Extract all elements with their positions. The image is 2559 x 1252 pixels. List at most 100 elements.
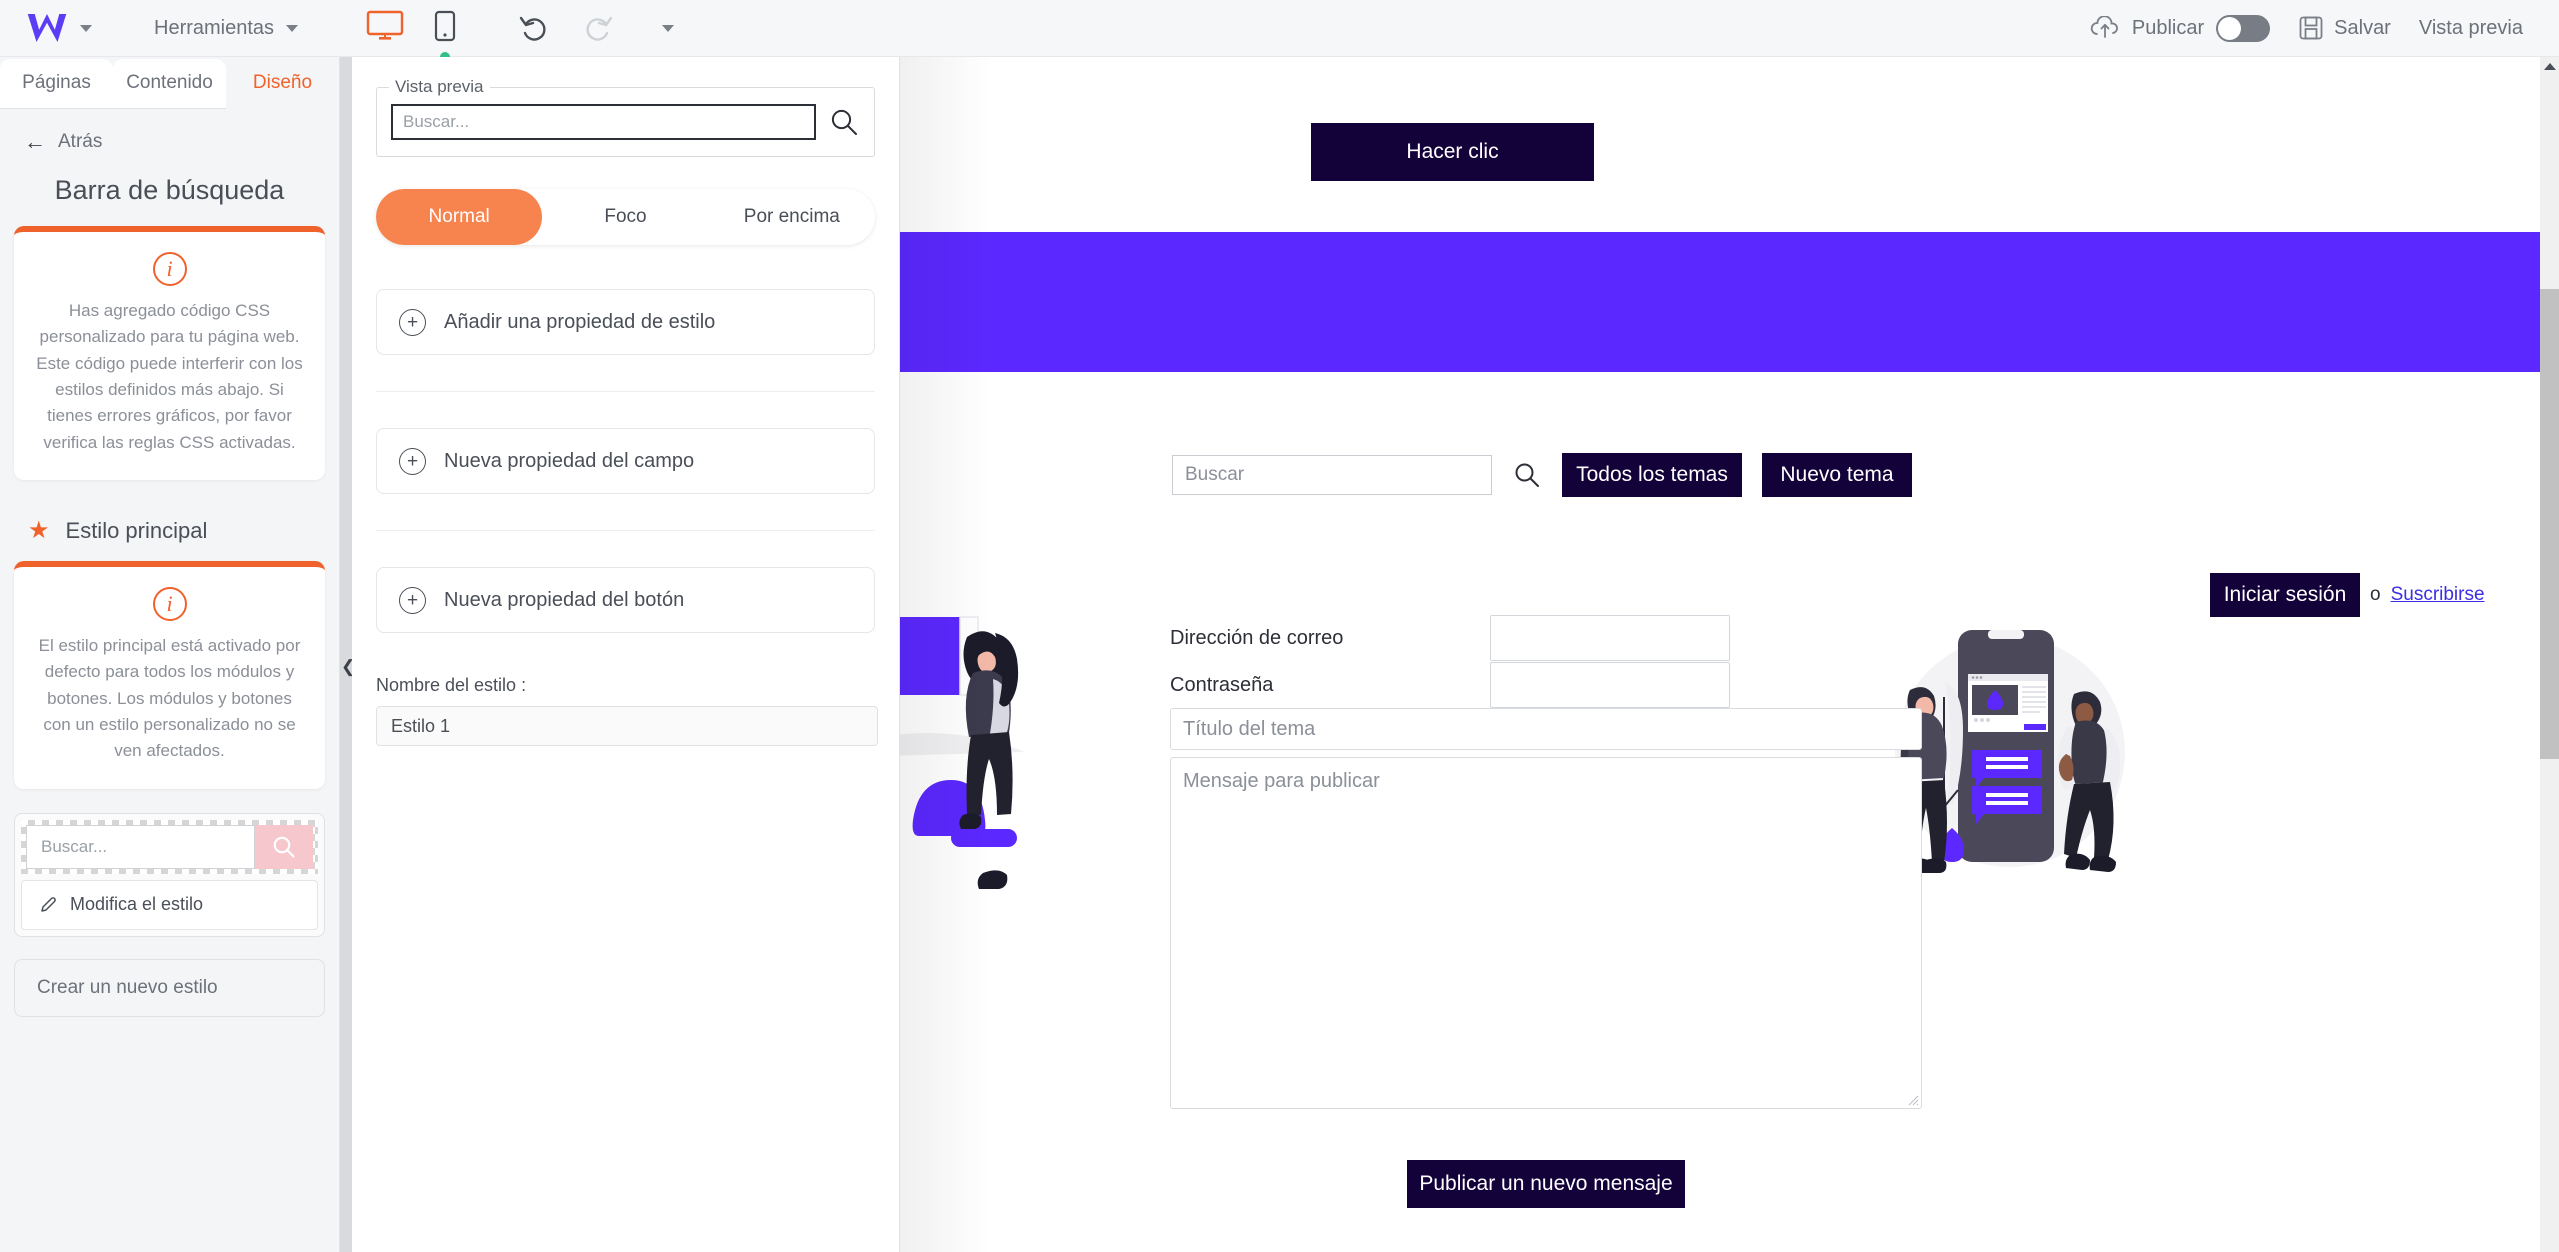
arrow-left-icon: ←	[24, 129, 46, 154]
mobile-phone-icon	[434, 10, 456, 41]
tab-diseno-label: Diseño	[252, 72, 313, 93]
save-label: Salvar	[2334, 16, 2391, 39]
email-field[interactable]	[1490, 615, 1730, 661]
divider	[376, 391, 875, 392]
publish-toggle[interactable]	[2216, 14, 2271, 42]
add-style-property-label: Añadir una propiedad de estilo	[444, 310, 716, 333]
divider	[376, 530, 875, 531]
state-tab-foco[interactable]: Foco	[542, 189, 708, 245]
mobile-view-button[interactable]	[434, 10, 456, 62]
new-topic-button[interactable]: Nuevo tema	[1762, 453, 1912, 497]
tab-paginas[interactable]: Páginas	[0, 59, 113, 109]
page-title: Barra de búsqueda	[54, 175, 285, 205]
style-preview-search-button[interactable]	[255, 824, 313, 869]
save-button[interactable]: Salvar	[2298, 15, 2391, 41]
app-root: Herramientas Publicar Salvar Vista previ…	[0, 0, 2559, 1252]
triangle-up-icon[interactable]	[2543, 63, 2556, 70]
add-field-property-label: Nueva propiedad del campo	[444, 449, 695, 472]
redo-arrow-icon	[586, 16, 613, 41]
desktop-view-button[interactable]	[366, 10, 405, 67]
back-button[interactable]: ← Atrás	[0, 109, 339, 161]
style-preview-search-placeholder: Buscar...	[41, 836, 108, 856]
cloud-upload-icon	[2090, 16, 2118, 38]
create-new-style-label: Crear un nuevo estilo	[37, 976, 218, 998]
chevron-down-icon	[286, 24, 299, 32]
webself-w-logo	[27, 14, 67, 42]
login-button[interactable]: Iniciar sesión	[2210, 573, 2360, 617]
tools-menu[interactable]: Herramientas	[144, 0, 308, 56]
preview-button[interactable]: Vista previa	[2419, 17, 2523, 40]
state-tab-normal-label: Normal	[428, 206, 490, 227]
add-style-property-button[interactable]: + Añadir una propiedad de estilo	[376, 289, 875, 355]
password-label: Contraseña	[1170, 673, 1274, 696]
hacer-clic-button[interactable]: Hacer clic	[1311, 123, 1594, 181]
style-name-value: Estilo 1	[391, 715, 451, 736]
main-style-heading: Estilo principal	[65, 517, 208, 543]
new-topic-label: Nuevo tema	[1780, 463, 1894, 486]
state-tab-normal[interactable]: Normal	[376, 189, 543, 245]
password-row: Contraseña	[1170, 662, 1730, 708]
email-row: Dirección de correo	[1170, 615, 1730, 661]
undo-arrow-icon[interactable]	[518, 13, 548, 43]
style-preview-canvas: Buscar...	[21, 820, 318, 874]
style-preview-search-input[interactable]: Buscar...	[26, 824, 255, 869]
tab-diseno[interactable]: Diseño	[226, 59, 339, 109]
search-magnifier-icon[interactable]	[828, 106, 860, 138]
publish-group[interactable]: Publicar	[2090, 14, 2271, 42]
back-label: Atrás	[58, 131, 103, 152]
plus-circle-icon: +	[399, 308, 426, 336]
add-field-property-button[interactable]: + Nueva propiedad del campo	[376, 428, 875, 494]
publish-label: Publicar	[2131, 16, 2205, 39]
canvas-vertical-scrollbar[interactable]	[2540, 57, 2559, 1252]
email-label: Dirección de correo	[1170, 626, 1344, 649]
message-placeholder: Mensaje para publicar	[1183, 770, 1380, 792]
pencil-edit-icon	[41, 896, 56, 912]
preview-search-input[interactable]: Buscar...	[391, 104, 816, 140]
info-circle-icon: i	[152, 587, 187, 622]
preview-fieldset: Vista previa Buscar...	[376, 77, 875, 157]
password-field[interactable]	[1490, 662, 1730, 708]
hacer-clic-label: Hacer clic	[1406, 140, 1499, 163]
tab-contenido-label: Contenido	[126, 72, 213, 93]
tab-contenido[interactable]: Contenido	[113, 59, 226, 109]
forum-search-placeholder: Buscar	[1185, 464, 1245, 485]
state-tab-foco-label: Foco	[604, 206, 647, 227]
login-row: Iniciar sesión o Suscribirse	[2210, 573, 2485, 617]
state-tab-por-encima[interactable]: Por encima	[709, 189, 875, 245]
purple-banner[interactable]	[900, 232, 2540, 372]
main-style-info-text: El estilo principal está activado por de…	[38, 636, 301, 761]
chevron-down-icon[interactable]	[662, 24, 675, 32]
all-topics-button[interactable]: Todos los temas	[1562, 453, 1742, 497]
info-circle-icon: i	[152, 252, 187, 286]
publish-message-button[interactable]: Publicar un nuevo mensaje	[1407, 1160, 1685, 1208]
login-label: Iniciar sesión	[2223, 583, 2347, 606]
add-button-property-button[interactable]: + Nueva propiedad del botón	[376, 567, 875, 633]
main-style-info-card: i El estilo principal está activado por …	[14, 561, 325, 789]
style-name-input[interactable]: Estilo 1	[376, 706, 878, 746]
logo-group[interactable]	[0, 10, 106, 46]
panel-splitter[interactable]: ❮	[340, 57, 355, 1252]
resize-grip-icon[interactable]	[1907, 1094, 1919, 1106]
or-label: o	[2370, 584, 2381, 605]
css-warning-card: i Has agregado código CSS personalizado …	[14, 226, 325, 481]
state-tab-por-encima-label: Por encima	[743, 206, 840, 227]
main-style-header: ★ Estilo principal	[0, 490, 339, 561]
message-textarea[interactable]: Mensaje para publicar	[1170, 757, 1922, 1109]
star-icon: ★	[28, 517, 50, 545]
top-toolbar: Herramientas Publicar Salvar Vista previ…	[0, 0, 2559, 67]
modify-style-button[interactable]: Modifica el estilo	[21, 879, 318, 930]
tools-menu-label: Herramientas	[154, 16, 275, 39]
topic-title-input[interactable]: Título del tema	[1170, 708, 1922, 750]
forum-search-input[interactable]: Buscar	[1172, 455, 1492, 495]
scrollbar-thumb[interactable]	[2540, 289, 2559, 759]
create-new-style-button[interactable]: Crear un nuevo estilo	[14, 958, 325, 1017]
search-magnifier-icon[interactable]	[1512, 460, 1542, 490]
device-switcher	[366, 10, 456, 67]
subscribe-link[interactable]: Suscribirse	[2391, 584, 2485, 606]
css-warning-text: Has agregado código CSS personalizado pa…	[36, 301, 303, 452]
chevron-down-icon	[80, 24, 92, 32]
desktop-monitor-icon	[366, 10, 404, 40]
preview-label: Vista previa	[2418, 16, 2523, 39]
search-magnifier-icon	[273, 836, 295, 858]
tab-paginas-label: Páginas	[22, 72, 91, 93]
